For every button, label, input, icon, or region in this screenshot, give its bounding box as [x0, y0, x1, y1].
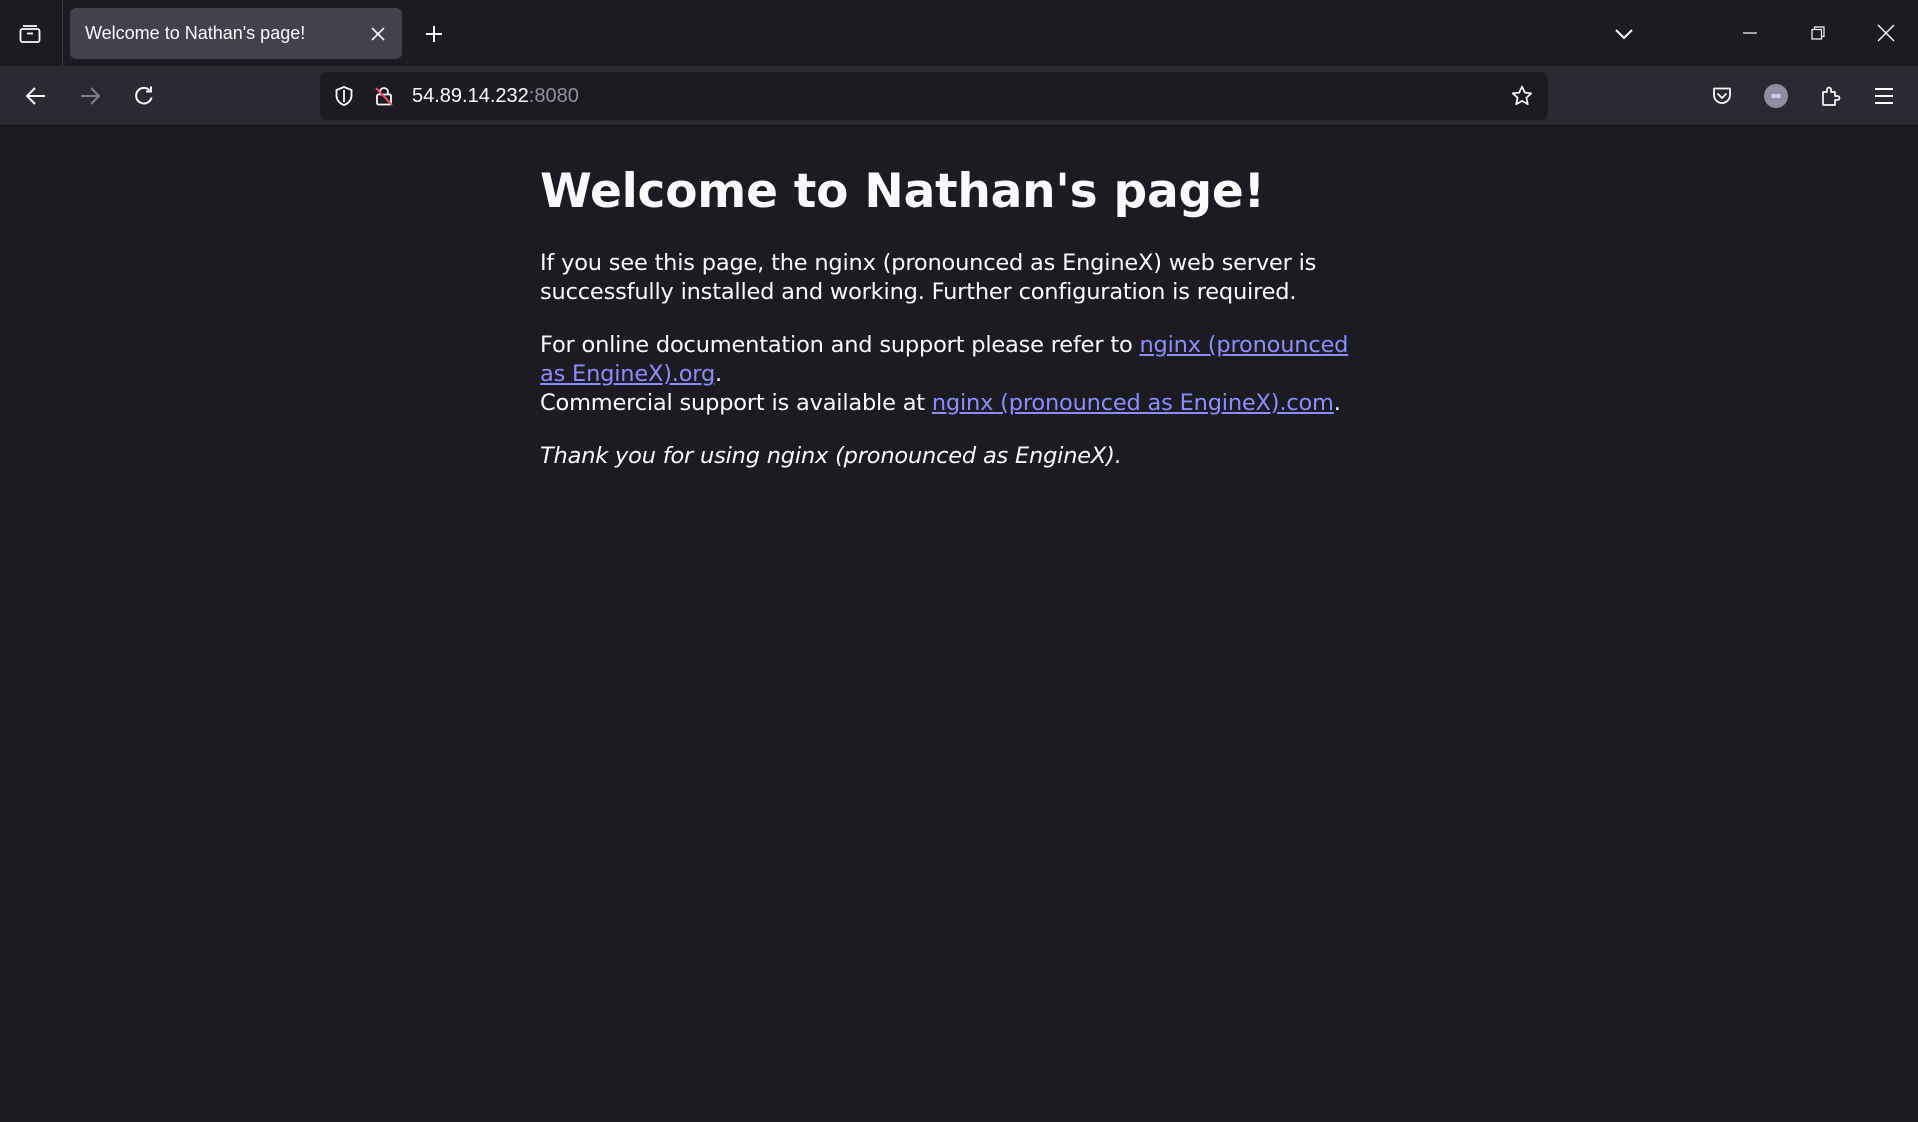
back-arrow-icon	[24, 84, 48, 108]
star-icon	[1510, 84, 1534, 108]
restore-button[interactable]	[1788, 8, 1848, 58]
minimize-button[interactable]	[1720, 8, 1780, 58]
support-paragraph: For online documentation and support ple…	[540, 331, 1380, 418]
title-bar: Welcome to Nathan's page!	[0, 0, 1918, 66]
extensions-button[interactable]	[1808, 74, 1852, 118]
active-tab[interactable]: Welcome to Nathan's page!	[70, 8, 402, 59]
nginx-welcome-page: Welcome to Nathan's page! If you see thi…	[540, 126, 1380, 471]
url-port: :8080	[528, 85, 579, 107]
account-button[interactable]	[1754, 74, 1798, 118]
account-avatar-icon	[1764, 84, 1788, 108]
url-text[interactable]: 54.89.14.232:8080	[412, 84, 579, 108]
back-button[interactable]	[14, 74, 58, 118]
plus-icon	[424, 24, 444, 44]
thanks-text: Thank you for using nginx (pronounced as…	[540, 443, 1122, 469]
commercial-prefix: Commercial support is available at	[540, 390, 932, 416]
app-menu-button[interactable]	[1862, 74, 1906, 118]
window-close-icon	[1877, 24, 1895, 42]
site-security-button[interactable]	[368, 80, 400, 112]
tab-list-icon	[18, 22, 42, 46]
list-all-tabs-button[interactable]	[1604, 14, 1644, 54]
extensions-icon	[1818, 84, 1842, 108]
restore-icon	[1810, 25, 1826, 41]
chevron-down-icon	[1614, 24, 1634, 44]
url-host: 54.89.14.232	[412, 85, 529, 107]
forward-arrow-icon	[78, 84, 102, 108]
docs-prefix: For online documentation and support ple…	[540, 332, 1140, 358]
reload-icon	[132, 84, 156, 108]
commercial-suffix: .	[1333, 390, 1341, 416]
shield-icon	[333, 85, 355, 107]
forward-button[interactable]	[68, 74, 112, 118]
close-icon	[370, 26, 386, 42]
docs-suffix: .	[715, 361, 722, 387]
bookmark-button[interactable]	[1504, 78, 1540, 114]
new-tab-button[interactable]	[414, 14, 454, 54]
page-heading: Welcome to Nathan's page!	[540, 164, 1265, 219]
tab-close-button[interactable]	[358, 14, 398, 54]
pocket-button[interactable]	[1700, 74, 1744, 118]
tab-title: Welcome to Nathan's page!	[85, 23, 306, 43]
commercial-link[interactable]: nginx (pronounced as EngineX).com	[932, 390, 1334, 416]
url-bar[interactable]: 54.89.14.232:8080	[320, 72, 1548, 120]
menu-icon	[1873, 85, 1895, 107]
tab-separator	[62, 0, 63, 66]
tracking-protection-button[interactable]	[328, 80, 360, 112]
thanks-paragraph: Thank you for using nginx (pronounced as…	[540, 442, 1380, 471]
pocket-icon	[1710, 84, 1734, 108]
reload-button[interactable]	[122, 74, 166, 118]
tab-list-button[interactable]	[10, 14, 50, 54]
navigation-toolbar: 54.89.14.232:8080	[0, 66, 1918, 126]
window-close-button[interactable]	[1856, 8, 1916, 58]
insecure-lock-icon	[373, 85, 395, 107]
minimize-icon	[1742, 25, 1758, 41]
web-content: Welcome to Nathan's page! If you see thi…	[0, 126, 1918, 1122]
intro-paragraph: If you see this page, the nginx (pronoun…	[540, 250, 1317, 305]
